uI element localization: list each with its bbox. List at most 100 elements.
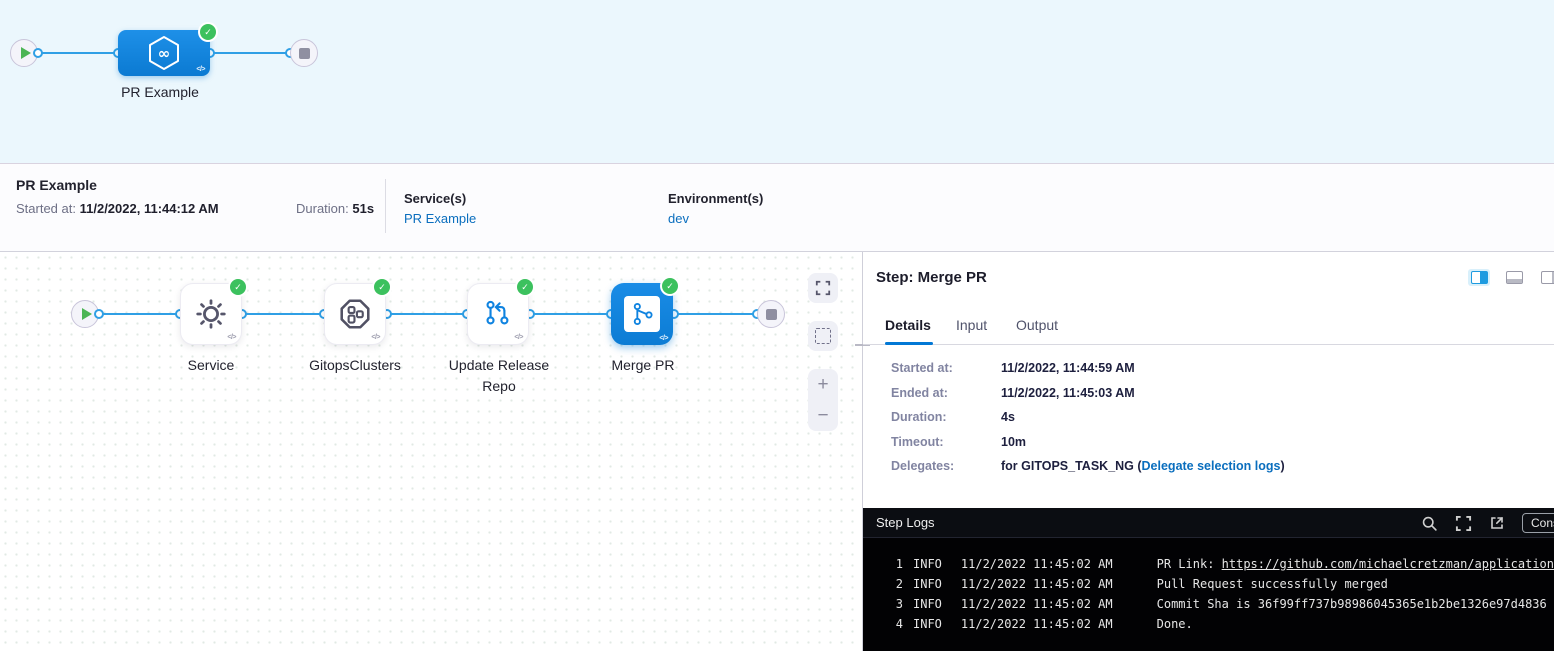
success-check-icon: ✓ [517, 279, 533, 295]
log-line-number: 3 [889, 594, 903, 614]
detail-label: Duration: [891, 411, 1001, 425]
stop-icon [299, 48, 310, 59]
logs-toolbar: Console View [1421, 508, 1554, 538]
step-details-list: Started at: 11/2/2022, 11:44:59 AM Ended… [891, 362, 1285, 485]
success-check-icon: ✓ [230, 279, 246, 295]
pipeline-title: PR Example [16, 177, 97, 193]
log-line-number: 4 [889, 614, 903, 634]
services-block: Service(s) PR Example [404, 191, 476, 226]
step-node-update-release-repo[interactable]: ✓ </> [467, 283, 529, 345]
connector [99, 313, 180, 315]
tab-input[interactable]: Input [956, 317, 987, 333]
gear-icon [194, 297, 228, 331]
detail-row-delegates: Delegates: for GITOPS_TASK_NG (Delegate … [891, 460, 1285, 474]
log-line-number: 2 [889, 574, 903, 594]
tab-output[interactable]: Output [1016, 317, 1058, 333]
step-label-merge-pr: Merge PR [573, 355, 713, 376]
marquee-select-button[interactable] [808, 321, 838, 351]
search-icon[interactable] [1421, 515, 1438, 532]
connector [387, 313, 467, 315]
stage-end-node[interactable] [290, 39, 318, 67]
detail-row-ended: Ended at: 11/2/2022, 11:45:03 AM [891, 387, 1285, 401]
connector [530, 313, 611, 315]
started-at-value: 11/2/2022, 11:44:12 AM [80, 201, 219, 216]
play-icon [21, 47, 31, 59]
execution-end-node[interactable] [757, 300, 785, 328]
success-check-icon: ✓ [662, 278, 678, 294]
console-view-button[interactable]: Console View [1522, 513, 1554, 533]
fullscreen-button[interactable] [808, 273, 838, 303]
zoom-out-button[interactable]: − [817, 406, 828, 425]
detail-value: 10m [1001, 436, 1026, 450]
fullscreen-icon [815, 280, 831, 296]
step-panel-title: Step: Merge PR [876, 269, 987, 286]
delegates-prefix: for GITOPS_TASK_NG ( [1001, 459, 1142, 473]
log-message: Pull Request successfully merged [1157, 574, 1388, 594]
run-header: PR Example Started at: 11/2/2022, 11:44:… [0, 164, 1554, 252]
zoom-in-button[interactable]: + [817, 375, 828, 394]
panel-layout-switcher [1468, 269, 1554, 286]
step-logs-title: Step Logs [876, 515, 935, 530]
layout-right-view-button[interactable] [1538, 269, 1554, 286]
log-level: INFO [913, 594, 942, 614]
open-in-new-icon[interactable] [1489, 515, 1505, 531]
log-level: INFO [913, 614, 942, 634]
logs-fullscreen-icon[interactable] [1455, 515, 1472, 532]
pipeline-execution-page: { "stage_graph": { "stage": { "label": "… [0, 0, 1554, 651]
connector-dot [94, 309, 104, 319]
log-line: 4 INFO 11/2/2022 11:45:02 AM Done. [863, 614, 1554, 634]
service-link[interactable]: PR Example [404, 211, 476, 226]
code-icon: </> [371, 334, 380, 341]
right-view-icon [1541, 271, 1554, 284]
duration-value: 51s [352, 201, 374, 216]
started-at-label: Started at [16, 201, 72, 216]
log-message: Commit Sha is 36f99ff737b98986045365e1b2… [1157, 594, 1547, 614]
log-output[interactable]: 1 INFO 11/2/2022 11:45:02 AM PR Link: ht… [863, 538, 1554, 651]
environments-label: Environment(s) [668, 191, 763, 206]
log-timestamp: 11/2/2022 11:45:02 AM [961, 554, 1113, 574]
detail-value: 4s [1001, 411, 1015, 425]
detail-value: 11/2/2022, 11:45:03 AM [1001, 387, 1135, 401]
step-node-service[interactable]: ✓ </> [180, 283, 242, 345]
stage-connector [210, 52, 290, 54]
connector-dot [33, 48, 43, 58]
execution-graph-canvas[interactable]: ✓ </> Service ✓ </> GitopsClusters [0, 252, 862, 651]
success-check-icon: ✓ [374, 279, 390, 295]
zoom-controls: + − [808, 369, 838, 431]
detail-value: 11/2/2022, 11:44:59 AM [1001, 362, 1135, 376]
detail-label: Started at: [891, 362, 1001, 376]
split-view-icon [1471, 271, 1488, 284]
pr-link[interactable]: https://github.com/michaelcretzman/appli… [1222, 557, 1554, 571]
started-at: Started at: 11/2/2022, 11:44:12 AM [16, 201, 219, 216]
step-label-update-release-repo: Update Release Repo [439, 355, 559, 397]
detail-row-timeout: Timeout: 10m [891, 436, 1285, 450]
gitops-hexagon-icon: ∞ [144, 33, 184, 73]
step-node-merge-pr[interactable]: ✓ </> [611, 283, 673, 345]
code-icon: </> [196, 66, 205, 73]
log-line-number: 1 [889, 554, 903, 574]
stage-node-pr-example[interactable]: ∞ ✓ </> [118, 30, 210, 76]
log-level: INFO [913, 574, 942, 594]
tab-details[interactable]: Details [885, 317, 931, 333]
marquee-select-icon [815, 328, 831, 344]
stage-graph-canvas[interactable]: ∞ ✓ </> PR Example [0, 0, 1554, 164]
environment-link[interactable]: dev [668, 211, 763, 226]
detail-value: for GITOPS_TASK_NG (Delegate selection l… [1001, 460, 1285, 474]
detail-row-duration: Duration: 4s [891, 411, 1285, 425]
layout-split-view-button[interactable] [1468, 269, 1490, 286]
services-label: Service(s) [404, 191, 476, 206]
detail-row-started: Started at: 11/2/2022, 11:44:59 AM [891, 362, 1285, 376]
environments-block: Environment(s) dev [668, 191, 763, 226]
cluster-octagon-icon [338, 297, 372, 331]
delegate-selection-logs-link[interactable]: Delegate selection logs [1142, 459, 1281, 473]
step-logs-panel: Step Logs [863, 508, 1554, 651]
connector [674, 313, 757, 315]
detail-label: Delegates: [891, 460, 1001, 474]
step-node-gitopsclusters[interactable]: ✓ </> [324, 283, 386, 345]
log-message-text: PR Link: [1157, 557, 1222, 571]
log-line: 1 INFO 11/2/2022 11:45:02 AM PR Link: ht… [863, 554, 1554, 574]
log-timestamp: 11/2/2022 11:45:02 AM [961, 614, 1113, 634]
layout-bottom-view-button[interactable] [1503, 269, 1525, 286]
detail-label: Timeout: [891, 436, 1001, 450]
svg-text:∞: ∞ [158, 45, 171, 63]
